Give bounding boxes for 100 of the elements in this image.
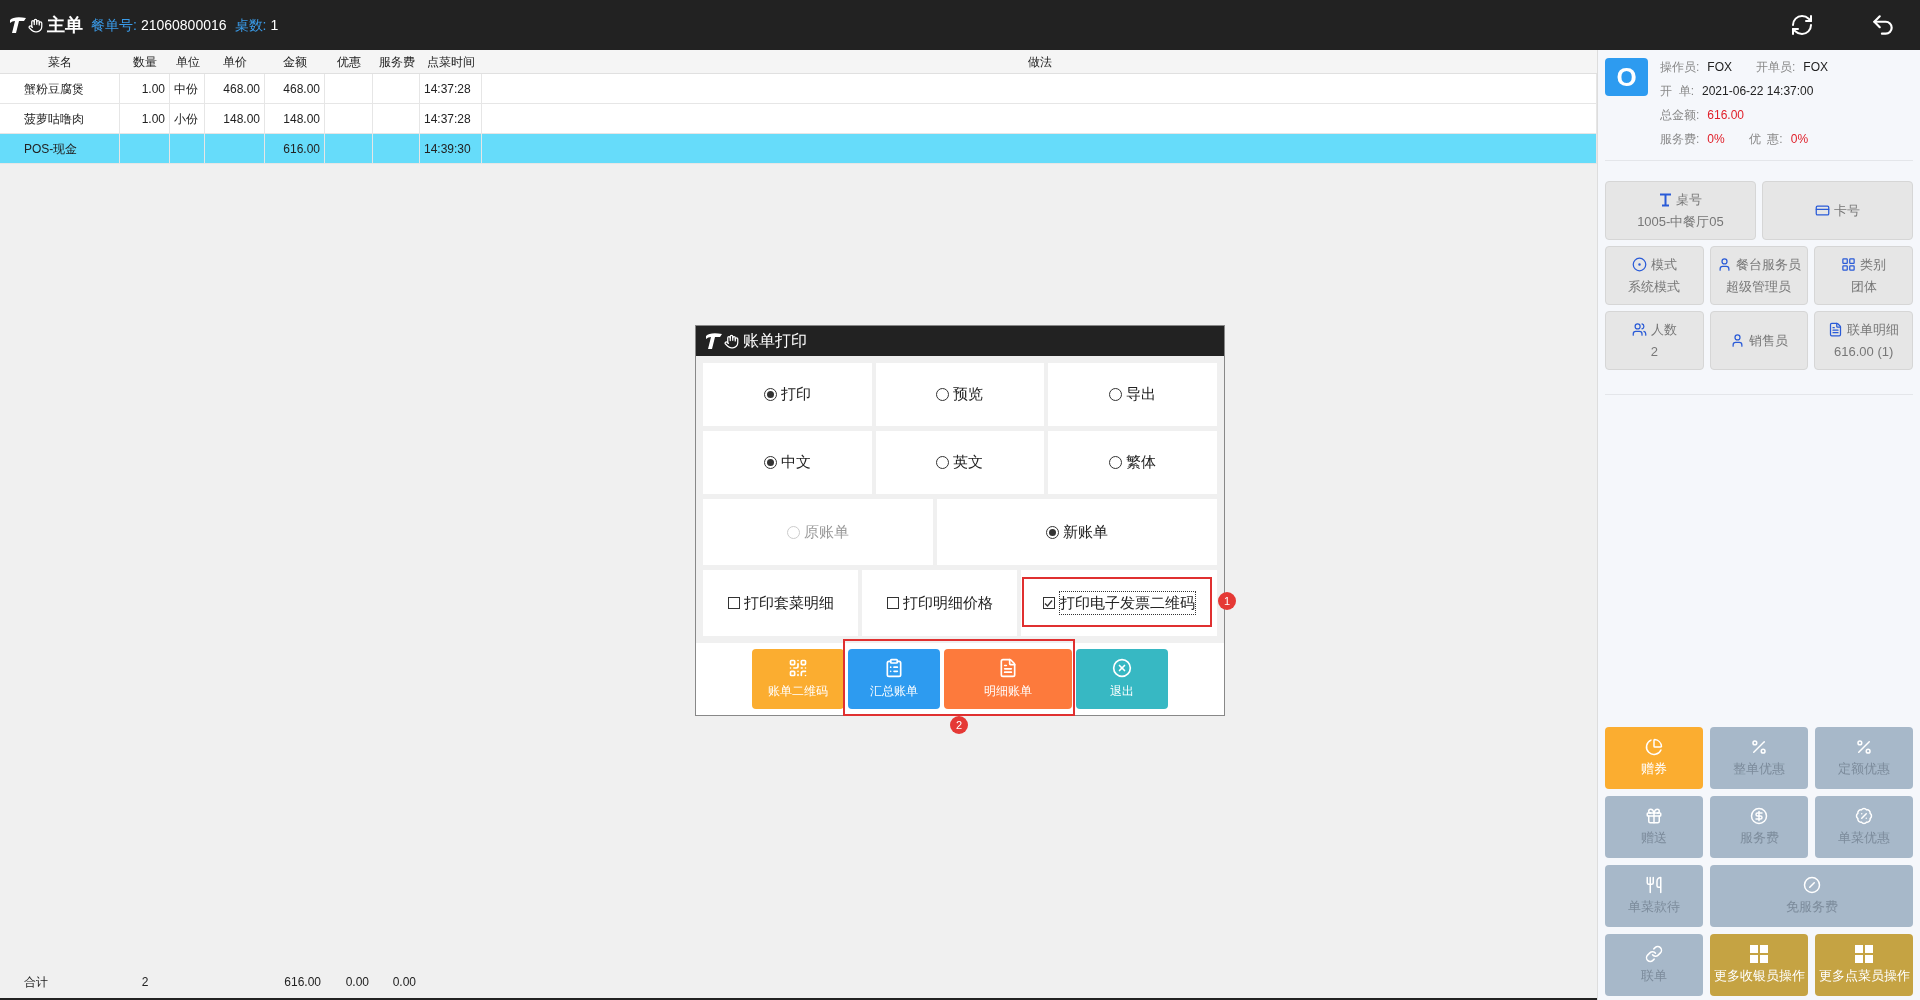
radio-option[interactable]: 英文	[875, 431, 1045, 494]
table-cell-text: 468.00	[222, 80, 260, 98]
annotation-badge: 1	[1218, 592, 1236, 610]
percent-icon	[1750, 737, 1768, 756]
discount-value: 0%	[1790, 131, 1809, 148]
people-icon	[1631, 322, 1647, 338]
column-header: 菜名	[47, 53, 73, 71]
table-cell-text: 14:37:28	[424, 110, 472, 128]
opener-value: FOX	[1803, 59, 1829, 76]
info-button[interactable]: 卡号	[1762, 181, 1913, 240]
info-button[interactable]: 模式 系统模式	[1605, 246, 1704, 305]
document-icon	[1828, 322, 1844, 338]
percent-tag-icon	[1855, 806, 1873, 825]
total-amount-label: 总金额:	[1660, 107, 1700, 124]
table-cell-text: 14:39:30	[424, 140, 472, 158]
table-row[interactable]: 菠萝咕噜肉 1.00 小份 148.00 148.00 14:37:28	[0, 104, 1597, 134]
info-button[interactable]: 类别 团体	[1814, 246, 1913, 305]
radio-option[interactable]: 中文	[703, 431, 872, 494]
checkbox-option[interactable]: 打印电子发票二维码	[1021, 570, 1217, 636]
table-row[interactable]: 蟹粉豆腐煲 1.00 中份 468.00 468.00 14:37:28	[0, 74, 1597, 104]
table-cell-text: 1.00	[140, 80, 165, 98]
service-fee-value: 0%	[1707, 131, 1725, 148]
back-button[interactable]	[1870, 12, 1896, 38]
text-cursor-icon	[1659, 192, 1672, 207]
operator-label: 操作员:	[1660, 59, 1700, 76]
radio-option[interactable]: 打印	[703, 363, 872, 426]
table-cell-text: 中份	[174, 80, 199, 98]
coin-icon	[1750, 806, 1768, 825]
table-cell-text: 148.00	[282, 110, 320, 128]
table-cell-text: 小份	[174, 110, 199, 128]
table-cell-text: 14:37:28	[424, 80, 472, 98]
opener-label: 开单员:	[1756, 59, 1796, 76]
logo-icon	[8, 16, 43, 34]
gift-icon	[1645, 806, 1663, 825]
column-header: 单位	[174, 53, 201, 71]
order-number: 21060800016	[140, 15, 227, 35]
avatar: O	[1605, 58, 1648, 96]
dialog-button[interactable]: 汇总账单	[848, 649, 940, 709]
table-row[interactable]: POS-现金 616.00 14:39:30	[0, 134, 1597, 164]
table-count: 1	[270, 15, 279, 35]
checkbox-option[interactable]: 打印套菜明细	[703, 570, 858, 636]
column-header: 数量	[132, 53, 158, 71]
annotation-badge: 2	[950, 716, 968, 734]
checkbox-option[interactable]: 打印明细价格	[862, 570, 1017, 636]
info-button[interactable]: 联单明细 616.00 (1)	[1814, 311, 1913, 370]
grid-icon	[1841, 257, 1857, 273]
logo-icon	[704, 332, 739, 350]
radio-option[interactable]: 繁体	[1048, 431, 1217, 494]
info-button[interactable]: 人数 2	[1605, 311, 1704, 370]
open-time-label: 开 单:	[1660, 83, 1694, 100]
column-header: 做法	[1026, 53, 1053, 71]
grid-icon	[1855, 944, 1873, 963]
action-button[interactable]: 更多点菜员操作	[1815, 934, 1913, 996]
total-service-fee: 0.00	[392, 975, 416, 989]
link-icon	[1645, 944, 1663, 963]
percent-icon	[1855, 737, 1873, 756]
close-icon	[1112, 658, 1132, 678]
table-cell-text: 菠萝咕噜肉	[24, 110, 84, 128]
table-cell-text: 148.00	[222, 110, 260, 128]
grid-icon	[1750, 944, 1768, 963]
dialog-title: 账单打印	[743, 331, 807, 351]
radio-option[interactable]: 新账单	[937, 499, 1217, 565]
column-header: 服务费	[377, 53, 416, 71]
dialog-button[interactable]: 明细账单	[944, 649, 1072, 709]
total-label: 合计	[24, 975, 48, 989]
radio-option[interactable]: 导出	[1048, 363, 1217, 426]
total-quantity: 2	[141, 975, 149, 989]
card-icon	[1815, 203, 1830, 218]
column-header: 点菜时间	[426, 53, 476, 71]
refresh-button[interactable]	[1790, 13, 1814, 37]
order-label: 餐单号:	[91, 15, 137, 35]
person-icon	[1717, 257, 1732, 273]
table-cell-text: 468.00	[282, 80, 320, 98]
table-cell-text: 616.00	[282, 140, 320, 158]
checkmark-icon	[1044, 598, 1053, 608]
utensils-icon	[1645, 875, 1663, 894]
open-time-value: 2021-06-22 14:37:00	[1702, 83, 1814, 100]
table-cell-text: 蟹粉豆腐煲	[24, 80, 84, 98]
operator-value: FOX	[1707, 59, 1732, 76]
discount-label: 优 惠:	[1748, 131, 1783, 148]
column-header: 单价	[222, 53, 248, 71]
circle-icon	[1631, 257, 1647, 273]
action-button[interactable]: 更多收银员操作	[1710, 934, 1808, 996]
table-count-label: 桌数:	[234, 15, 267, 35]
clipboard-icon	[884, 658, 904, 678]
radio-option[interactable]: 预览	[875, 363, 1045, 426]
total-discount: 0.00	[345, 975, 369, 989]
qr-code-icon	[788, 658, 808, 678]
info-button[interactable]: 桌号 1005-中餐厅05	[1605, 181, 1756, 240]
column-header: 金额	[282, 53, 308, 71]
total-amount-value: 616.00	[1707, 107, 1745, 124]
info-button[interactable]: 餐台服务员 超级管理员	[1709, 246, 1809, 305]
dialog-button[interactable]: 退出	[1076, 649, 1168, 709]
document-icon	[998, 658, 1018, 678]
service-fee-label: 服务费:	[1660, 131, 1700, 148]
person-icon	[1730, 333, 1745, 348]
pie-chart-icon	[1645, 737, 1663, 756]
total-amount: 616.00	[284, 975, 321, 989]
table-cell-text: 1.00	[140, 110, 165, 128]
info-button[interactable]: 销售员	[1709, 311, 1809, 370]
